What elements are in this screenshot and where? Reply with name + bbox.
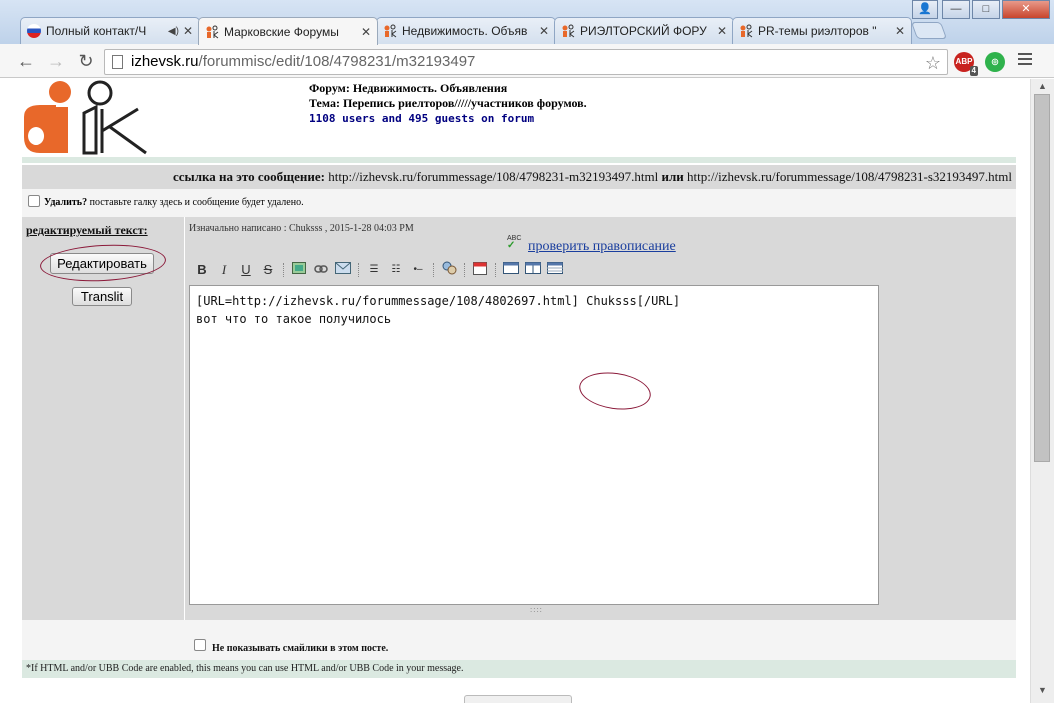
- tab-5[interactable]: PR-темы риэлторов " ✕: [732, 17, 912, 44]
- delete-label: Удалить?: [44, 197, 88, 208]
- spellcheck-link[interactable]: проверить правописание: [528, 239, 676, 255]
- maximize-button[interactable]: □: [972, 0, 1000, 19]
- scrollbar[interactable]: ▲ ▼: [1030, 79, 1054, 703]
- text-line-3: вот что то такое получилось: [196, 312, 392, 326]
- translit-button[interactable]: Translit: [72, 287, 132, 306]
- ik-logo-icon: [205, 25, 219, 39]
- back-icon[interactable]: ←: [14, 50, 38, 72]
- bold-icon[interactable]: B: [191, 261, 213, 279]
- message-link-row: ссылка на это сообщение: http://izhevsk.…: [22, 165, 1016, 189]
- user-icon[interactable]: [438, 261, 460, 279]
- abp-label: ABP: [955, 57, 973, 66]
- italic-icon[interactable]: I: [213, 261, 235, 279]
- address-path: /forummisc/edit/108/4798231/m32193497: [198, 53, 476, 70]
- address-host: izhevsk.ru: [131, 53, 199, 70]
- address-bar[interactable]: izhevsk.ru/forummisc/edit/108/4798231/m3…: [104, 49, 948, 75]
- online-users: 1108 users and 495 guests on forum: [309, 112, 535, 125]
- adblock-plus-icon[interactable]: ABP 4: [954, 52, 978, 76]
- menu-icon[interactable]: [1018, 53, 1032, 68]
- link-label: ссылка на это сообщение:: [173, 169, 325, 184]
- tab-title: Недвижимость. Объяв: [402, 24, 528, 38]
- divider: [22, 157, 1016, 163]
- no-smiles-checkbox[interactable]: [194, 639, 206, 651]
- ik-logo-icon: [383, 24, 397, 38]
- speaker-icon: ◀): [167, 25, 179, 37]
- tab-2[interactable]: Марковские Форумы ✕: [198, 17, 378, 45]
- image-icon[interactable]: [288, 261, 310, 279]
- edit-button[interactable]: Редактировать: [50, 253, 154, 274]
- email-icon[interactable]: [332, 261, 354, 279]
- format-toolbar: B I U S ☰ ☷ •–: [191, 261, 566, 279]
- grammarly-icon[interactable]: ◎: [985, 52, 1005, 72]
- strike-icon[interactable]: S: [257, 261, 279, 279]
- tab-strip: Полный контакт/Ч ◀) ✕ Марковские Форумы …: [0, 0, 1054, 45]
- link-or: или: [661, 169, 684, 184]
- tab-close-icon[interactable]: ✕: [895, 24, 905, 38]
- scroll-thumb[interactable]: [1034, 94, 1050, 462]
- bookmark-star-icon[interactable]: ☆: [925, 51, 941, 75]
- scroll-up-icon[interactable]: ▲: [1038, 81, 1047, 91]
- edit-left-column: редактируемый текст: Редактировать Trans…: [22, 217, 184, 620]
- russia-flag-icon: [27, 24, 41, 38]
- close-window-button[interactable]: ✕: [1002, 0, 1050, 19]
- columns-icon[interactable]: [522, 261, 544, 279]
- original-post-info: Изначально написано : Chuksss , 2015-1-2…: [189, 223, 414, 234]
- tab-3[interactable]: Недвижимость. Объяв ✕: [376, 17, 556, 44]
- tab-1[interactable]: Полный контакт/Ч ◀) ✕: [20, 17, 200, 44]
- tab-close-icon[interactable]: ✕: [183, 24, 193, 38]
- calendar-icon[interactable]: [469, 261, 491, 279]
- forward-icon[interactable]: →: [44, 50, 68, 72]
- reload-icon[interactable]: ↻: [74, 50, 98, 72]
- ik-logo-icon: [561, 24, 575, 38]
- topic-value: Перепись риелторов/////участников форумо…: [342, 96, 587, 110]
- scroll-down-icon[interactable]: ▼: [1038, 685, 1047, 695]
- underline-icon[interactable]: U: [235, 261, 257, 279]
- page-icon: [112, 55, 123, 69]
- ubb-note: *If HTML and/or UBB Code are enabled, th…: [22, 660, 1016, 678]
- edit-text-label: редактируемый текст:: [26, 223, 148, 237]
- delete-checkbox[interactable]: [28, 195, 40, 207]
- ordered-list-icon[interactable]: ☰: [363, 261, 385, 279]
- minimize-button[interactable]: —: [942, 0, 970, 19]
- message-url-2[interactable]: http://izhevsk.ru/forummessage/108/47982…: [687, 169, 1012, 184]
- tab-title: PR-темы риэлторов ": [758, 24, 877, 38]
- abp-badge: 4: [969, 66, 978, 76]
- delete-row: Удалить? поставьте галку здесь и сообщен…: [22, 189, 1016, 217]
- delete-hint: поставьте галку здесь и сообщение будет …: [89, 197, 304, 208]
- no-smiles-label: Не показывать смайлики в этом посте.: [212, 643, 389, 654]
- page-content: Форум: Недвижимость. Объявления Тема: Пе…: [0, 79, 1030, 703]
- resize-handle[interactable]: ::::: [530, 605, 543, 614]
- tab-title: РИЭЛТОРСКИЙ ФОРУ: [580, 24, 707, 38]
- window-icon[interactable]: [500, 261, 522, 279]
- user-icon[interactable]: 👤: [912, 0, 938, 19]
- table-icon[interactable]: [544, 261, 566, 279]
- ik-logo: [24, 80, 147, 155]
- editor-column: Изначально написано : Chuksss , 2015-1-2…: [185, 217, 1016, 620]
- tab-close-icon[interactable]: ✕: [539, 24, 549, 38]
- tab-title: Полный контакт/Ч: [46, 24, 147, 38]
- hr-icon[interactable]: •–: [407, 261, 429, 279]
- forum-info: Форум: Недвижимость. Объявления Тема: Пе…: [309, 81, 587, 126]
- tab-title: Марковские Форумы: [224, 24, 339, 39]
- tab-close-icon[interactable]: ✕: [717, 24, 727, 38]
- forum-label: Форум:: [309, 81, 350, 95]
- message-textarea[interactable]: [URL=http://izhevsk.ru/forummessage/108/…: [189, 285, 879, 605]
- new-tab-button[interactable]: [910, 22, 948, 39]
- message-url-1[interactable]: http://izhevsk.ru/forummessage/108/47982…: [328, 169, 658, 184]
- browser-toolbar: ← → ↻ izhevsk.ru/forummisc/edit/108/4798…: [0, 44, 1054, 78]
- topic-label: Тема:: [309, 96, 340, 110]
- unordered-list-icon[interactable]: ☷: [385, 261, 407, 279]
- options-row: Не показывать смайлики в этом посте.: [22, 620, 1016, 660]
- tab-4[interactable]: РИЭЛТОРСКИЙ ФОРУ ✕: [554, 17, 734, 44]
- spellcheck-icon: ABC ✓: [507, 235, 522, 251]
- forum-value: Недвижимость. Объявления: [352, 81, 508, 95]
- text-line-1: [URL=http://izhevsk.ru/forummessage/108/…: [196, 294, 681, 308]
- tab-close-icon[interactable]: ✕: [361, 25, 371, 39]
- submit-button[interactable]: [464, 695, 572, 703]
- ik-logo-icon: [739, 24, 753, 38]
- link-icon[interactable]: [310, 261, 332, 279]
